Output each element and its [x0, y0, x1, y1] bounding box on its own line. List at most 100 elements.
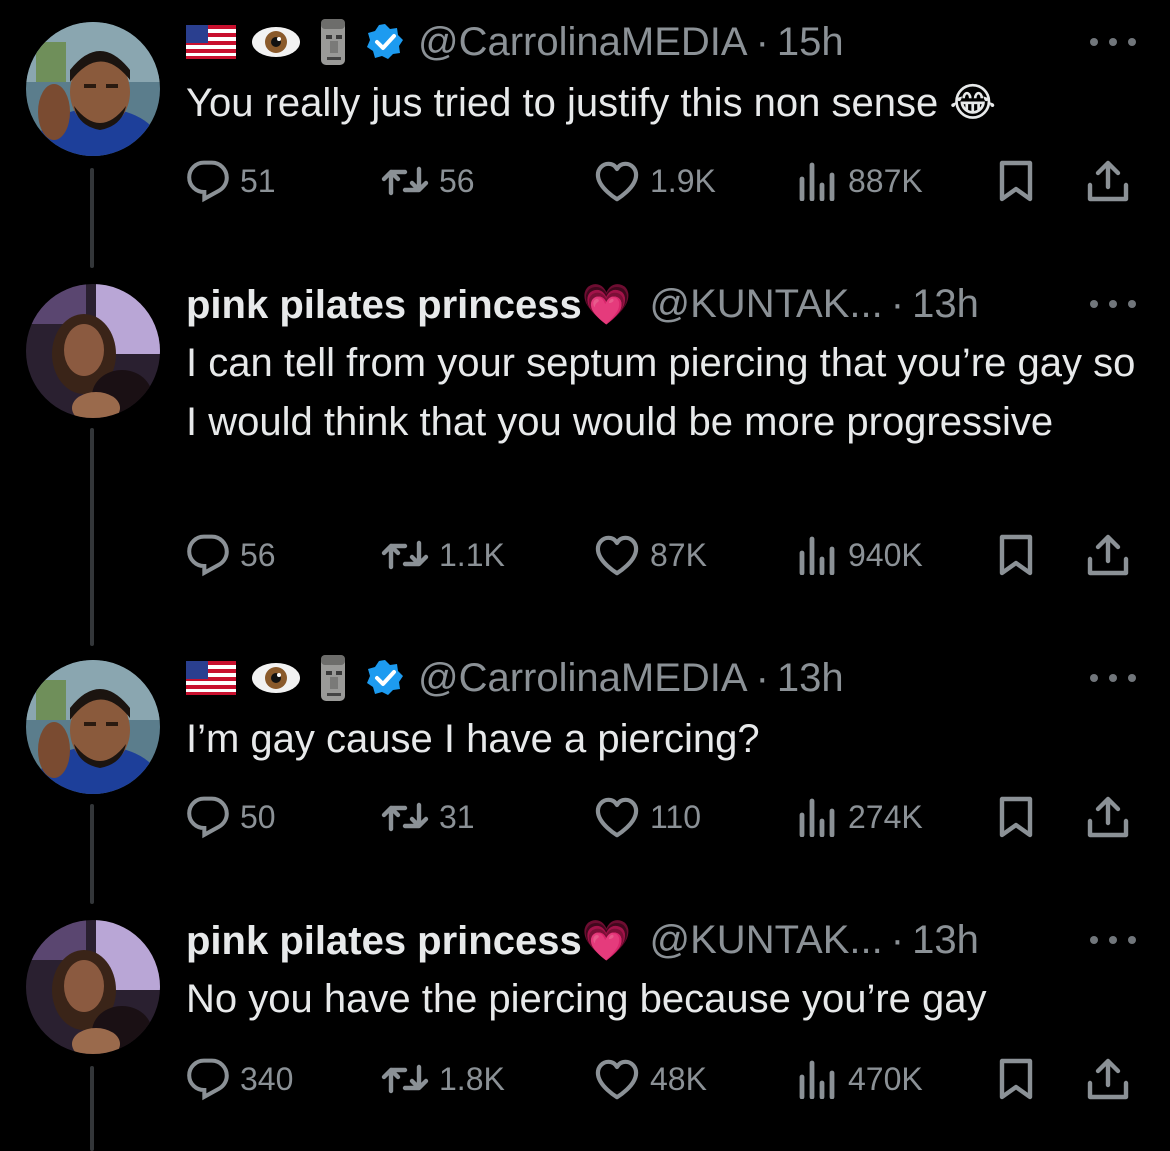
moai-icon [321, 655, 345, 701]
like-count: 87K [650, 536, 707, 573]
share-icon [1087, 1058, 1129, 1100]
repost-icon [381, 1064, 429, 1094]
like-button[interactable]: 110 [594, 792, 701, 842]
views-icon [799, 162, 835, 201]
like-count: 48K [650, 1060, 707, 1097]
views-icon [799, 798, 835, 837]
action-bar: 340 1.8K 48K 470K [186, 1054, 1138, 1104]
repost-button[interactable]: 56 [381, 156, 475, 206]
share-icon [1087, 534, 1129, 576]
action-bar: 50 31 110 274K [186, 792, 1138, 842]
repost-count: 56 [439, 162, 475, 199]
bookmark-icon [999, 1058, 1033, 1100]
like-count: 110 [650, 798, 702, 835]
display-name[interactable]: pink pilates princess💗 [186, 917, 632, 964]
repost-button[interactable]: 31 [381, 792, 475, 842]
action-bar: 51 56 1.9K 887K [186, 156, 1138, 206]
timestamp[interactable]: 13h [912, 918, 979, 963]
us-flag-icon [186, 661, 236, 695]
tweet-text: No you have the piercing because you’re … [186, 977, 987, 1021]
share-button[interactable] [1086, 792, 1130, 842]
reply-button[interactable]: 50 [186, 792, 276, 842]
tweet-text: I’m gay cause I have a piercing? [186, 717, 760, 761]
share-button[interactable] [1086, 530, 1130, 580]
reply-button[interactable]: 51 [186, 156, 276, 206]
thread-line [90, 1066, 94, 1151]
tweet-header: pink pilates princess💗 @KUNTAK... · 13h [186, 274, 979, 334]
eye-icon [252, 663, 300, 693]
reply-count: 50 [240, 798, 276, 835]
timestamp[interactable]: 13h [912, 282, 979, 327]
repost-count: 31 [439, 798, 475, 835]
repost-count: 1.8K [439, 1060, 505, 1097]
more-options-icon[interactable] [1090, 930, 1136, 950]
like-button[interactable]: 1.9K [594, 156, 716, 206]
display-name[interactable]: pink pilates princess💗 [186, 281, 632, 328]
reply-icon [187, 796, 229, 839]
reply-button[interactable]: 56 [186, 530, 276, 580]
views-button[interactable]: 470K [798, 1054, 923, 1104]
bookmark-button[interactable] [998, 1054, 1034, 1104]
user-handle[interactable]: @CarrolinaMEDIA [418, 20, 748, 65]
reply-button[interactable]: 340 [186, 1054, 293, 1104]
bookmark-button[interactable] [998, 156, 1034, 206]
timestamp[interactable]: 15h [777, 20, 844, 65]
avatar[interactable] [26, 660, 160, 794]
user-handle[interactable]: @KUNTAK... [650, 282, 883, 327]
bookmark-button[interactable] [998, 530, 1034, 580]
bookmark-button[interactable] [998, 792, 1034, 842]
tweet-header: @CarrolinaMEDIA · 15h [186, 12, 844, 72]
bookmark-icon [999, 534, 1033, 576]
reply-icon [187, 1058, 229, 1101]
views-count: 274K [848, 798, 923, 835]
more-options-icon[interactable] [1090, 32, 1136, 52]
bookmark-icon [999, 160, 1033, 202]
views-icon [799, 1060, 835, 1099]
repost-button[interactable]: 1.1K [381, 530, 505, 580]
heart-icon [595, 797, 639, 838]
views-button[interactable]: 274K [798, 792, 923, 842]
action-bar: 56 1.1K 87K 940K [186, 530, 1138, 580]
like-button[interactable]: 87K [594, 530, 707, 580]
heart-icon [595, 535, 639, 576]
more-options-icon[interactable] [1090, 294, 1136, 314]
user-handle[interactable]: @KUNTAK... [650, 918, 883, 963]
timestamp[interactable]: 13h [777, 656, 844, 701]
separator-dot: · [890, 281, 905, 326]
repost-icon [381, 802, 429, 832]
views-button[interactable]: 940K [798, 530, 923, 580]
tweet-header: @CarrolinaMEDIA · 13h [186, 648, 844, 708]
share-button[interactable] [1086, 1054, 1130, 1104]
more-options-icon[interactable] [1090, 668, 1136, 688]
avatar[interactable] [26, 284, 160, 418]
bookmark-icon [999, 796, 1033, 838]
tweet-text: You really jus tried to justify this non… [186, 81, 997, 125]
thread-line [90, 428, 94, 646]
repost-button[interactable]: 1.8K [381, 1054, 505, 1104]
separator-dot: · [755, 19, 769, 64]
like-button[interactable]: 48K [594, 1054, 707, 1104]
reply-count: 56 [240, 536, 276, 573]
verified-badge-icon [367, 24, 403, 59]
reply-icon [187, 534, 229, 577]
share-button[interactable] [1086, 156, 1130, 206]
profile-emoji-row [186, 17, 404, 67]
avatar[interactable] [26, 920, 160, 1054]
avatar[interactable] [26, 22, 160, 156]
views-count: 940K [848, 536, 923, 573]
eye-icon [252, 27, 300, 57]
tweet-header: pink pilates princess💗 @KUNTAK... · 13h [186, 910, 979, 970]
like-count: 1.9K [650, 162, 716, 199]
reply-count: 340 [240, 1060, 294, 1097]
reply-count: 51 [240, 162, 276, 199]
repost-count: 1.1K [439, 536, 505, 573]
reply-icon [187, 160, 229, 203]
views-count: 887K [848, 162, 923, 199]
share-icon [1087, 796, 1129, 838]
heart-icon [595, 161, 639, 202]
us-flag-icon [186, 25, 236, 59]
thread-line [90, 804, 94, 904]
views-button[interactable]: 887K [798, 156, 923, 206]
user-handle[interactable]: @CarrolinaMEDIA [418, 656, 748, 701]
views-icon [799, 536, 835, 575]
